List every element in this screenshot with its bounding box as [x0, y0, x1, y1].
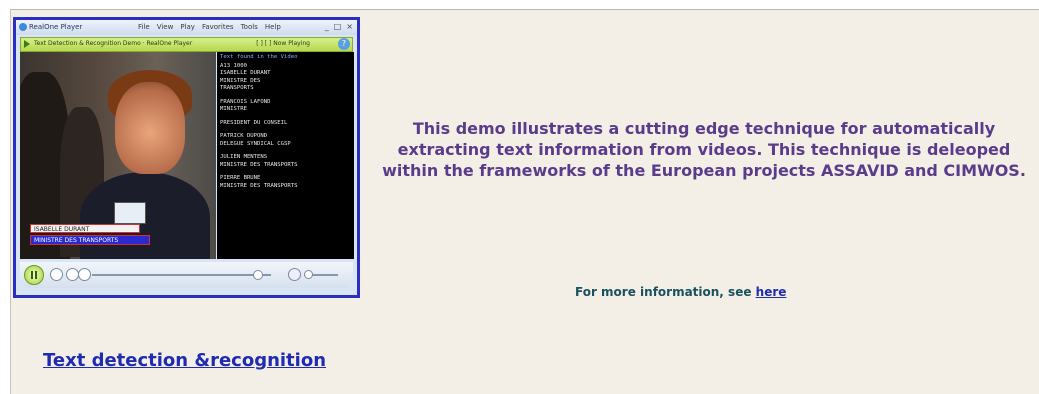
minimize-icon: _ [324, 22, 329, 31]
detected-text-line: ISABELLE DURANT [220, 70, 271, 76]
volume-icon[interactable] [288, 268, 301, 281]
menu-item: File [138, 23, 150, 31]
play-icon [24, 40, 30, 48]
page-frame: RealOne Player File View Play Favorites … [0, 0, 1039, 394]
menu-item: Tools [240, 23, 258, 31]
seek-thumb[interactable] [253, 270, 263, 280]
demo-link[interactable]: Text detection &recognition [43, 350, 326, 371]
more-info: For more information, see here [575, 285, 786, 299]
detected-text-line: MINISTRE DES [220, 77, 261, 84]
video-frame: ISABELLE DURANT MINISTRE DES TRANSPORTS [20, 52, 216, 259]
volume-thumb[interactable] [304, 270, 313, 279]
detected-text-panel: Text found in the Video A13 1000 ISABELLE… [217, 52, 354, 259]
detected-text-line: DELEGUE SYNDICAL CGSP [220, 140, 291, 147]
player-toolbar: Text Detection & Recognition Demo · Real… [20, 37, 353, 52]
question-icon: ? [338, 38, 350, 50]
detected-text-line: PATRICK DUPOND [220, 133, 268, 139]
detected-text-line: PIERRE BRUNE [220, 175, 261, 181]
video-speaker-face [115, 82, 185, 174]
more-info-link[interactable]: here [756, 285, 787, 299]
detected-text-line: MINISTRE DES TRANSPORTS [220, 182, 298, 189]
pause-button[interactable] [24, 265, 44, 285]
menu-item: Help [264, 23, 281, 31]
right-panel [364, 10, 1039, 394]
detected-text-line: PRESIDENT DU CONSEIL [220, 119, 288, 126]
player-title: RealOne Player [29, 23, 83, 31]
seek-track[interactable] [92, 274, 271, 276]
player-menu: File View Play Favorites Tools Help [138, 23, 281, 31]
close-icon: × [346, 22, 353, 31]
menu-item: Favorites [201, 23, 234, 31]
window-buttons: _ □ × [325, 22, 353, 31]
detected-text-line: FRANCOIS LAFOND [220, 98, 271, 105]
detected-text-list: A13 1000 ISABELLE DURANT MINISTRE DES TRANS… [217, 63, 354, 191]
menu-item: Play [180, 23, 195, 31]
detected-text-line: A13 1000 [220, 62, 247, 69]
microphone [114, 202, 146, 224]
more-info-text: For more information, see [575, 285, 756, 299]
detected-text-line: JULIEN MENTENS [220, 154, 268, 160]
realone-icon [19, 23, 27, 31]
detected-caption-role: MINISTRE DES TRANSPORTS [30, 235, 150, 245]
player-titlebar: RealOne Player File View Play Favorites … [16, 20, 357, 35]
media-player-screenshot[interactable]: RealOne Player File View Play Favorites … [13, 17, 360, 298]
stop-button[interactable] [50, 268, 63, 281]
forward-button[interactable] [78, 268, 91, 281]
demo-description: This demo illustrates a cutting edge tec… [382, 119, 1026, 180]
detected-text-title: Text found in the Video [220, 54, 298, 60]
detected-caption-name: ISABELLE DURANT [30, 224, 140, 233]
player-controls [20, 262, 353, 288]
player-address: Text Detection & Recognition Demo · Real… [34, 40, 193, 47]
maximize-icon: □ [333, 22, 342, 31]
detected-text-line: MINISTRE DES TRANSPORTS [220, 161, 298, 168]
detected-text-line: MINISTRE [220, 106, 247, 112]
detected-text-line: TRANSPORTS [220, 85, 254, 91]
toolbar-extra: [ ] [ ] Now Playing [256, 40, 310, 47]
menu-item: View [156, 23, 174, 31]
